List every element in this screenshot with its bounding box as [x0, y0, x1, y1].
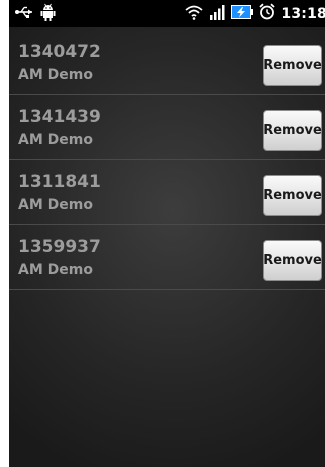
remove-button[interactable]: Remove [263, 45, 322, 86]
android-debug-icon [40, 3, 56, 25]
item-subtitle: AM Demo [18, 262, 93, 278]
item-list: 1340472 AM Demo Remove 1341439 AM Demo R… [9, 30, 325, 290]
item-id: 1311841 [18, 172, 101, 192]
status-bar: 13:18 [9, 0, 325, 27]
battery-charging-icon [231, 4, 254, 24]
item-subtitle: AM Demo [18, 197, 93, 213]
usb-icon [14, 4, 34, 23]
list-item: 1341439 AM Demo Remove [9, 95, 325, 160]
remove-button[interactable]: Remove [263, 110, 322, 151]
remove-button[interactable]: Remove [263, 175, 322, 216]
item-subtitle: AM Demo [18, 67, 93, 83]
app-screen: 13:18 1340472 AM Demo Remove 1341439 AM … [9, 0, 325, 467]
item-id: 1341439 [18, 107, 101, 127]
list-item: 1340472 AM Demo Remove [9, 30, 325, 95]
alarm-icon [259, 3, 276, 24]
item-id: 1359937 [18, 237, 101, 257]
list-item: 1359937 AM Demo Remove [9, 225, 325, 290]
wifi-icon [185, 4, 204, 24]
signal-icon [209, 4, 225, 24]
item-id: 1340472 [18, 42, 101, 62]
status-time: 13:18 [281, 5, 325, 22]
list-item: 1311841 AM Demo Remove [9, 160, 325, 225]
remove-button[interactable]: Remove [263, 240, 322, 281]
item-subtitle: AM Demo [18, 132, 93, 148]
